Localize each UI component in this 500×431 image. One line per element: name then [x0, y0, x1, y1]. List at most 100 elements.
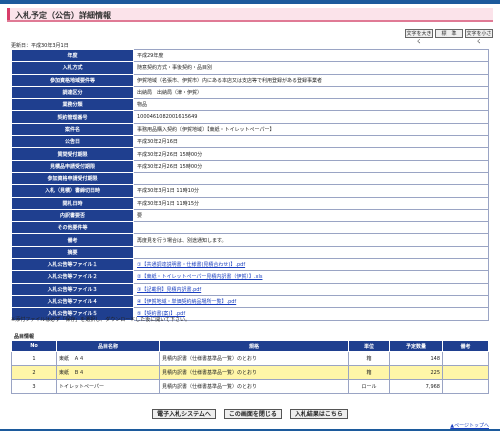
detail-label: 摘要	[11, 245, 134, 260]
detail-row: 業務分類 物品	[11, 98, 489, 112]
detail-label: 質問受付期限	[11, 147, 134, 161]
detail-value: 平成30年3月1日 11時15分	[133, 196, 489, 210]
goods-no: 2	[11, 365, 57, 380]
detail-value: 物品	[133, 98, 489, 112]
goods-row: 1 東紙 Ａ４ 見積内訳書（仕様書基準品一覧）のとおり箱 148	[11, 351, 489, 366]
goods-header-spec: 規格	[159, 340, 349, 352]
detail-label: 入札方式	[11, 61, 134, 75]
goods-header-no: No	[11, 340, 57, 352]
detail-value: ③【記載例】見積内訳書.pdf	[133, 282, 489, 296]
goods-name: 東紙 Ｂ４	[56, 365, 160, 380]
detail-value	[133, 245, 489, 260]
detail-row: 内訳書要否要	[11, 208, 489, 223]
detail-row: 入札公告等ファイル３ ③【記載例】見積内訳書.pdf	[11, 282, 489, 296]
font-larger-button[interactable]: 文字を大きく	[405, 29, 433, 45]
detail-value	[133, 221, 489, 235]
detail-label: 参加資格申請受付期限	[11, 171, 134, 186]
detail-row: 調達区分 出納局 出納局（津・伊賀）	[11, 85, 489, 100]
detail-row: その他要件等	[11, 221, 489, 235]
detail-value: ②【東紙・トイレットペーパー見積内訳書（伊賀）】.xls	[133, 270, 489, 284]
detail-row: 質問受付期限 平成30年2月26日 15時00分	[11, 147, 489, 161]
detail-row: 摘要	[11, 245, 489, 260]
updated-date: 更新日：平成30年3月1日	[11, 43, 69, 49]
detail-row: 公告日 平成30年2月16日	[11, 135, 489, 149]
page-top-link[interactable]: ▲ページトップへ	[450, 422, 489, 429]
detail-label: 調達区分	[11, 85, 134, 100]
goods-note	[442, 365, 489, 380]
font-size-controls: 文字を大きく 標 準 文字を小さく	[405, 29, 493, 45]
goods-spec: 見積内訳書（仕様書基準品一覧）のとおり	[159, 351, 349, 366]
detail-label: 業務分類	[11, 98, 134, 112]
detail-label: 備考	[11, 233, 134, 247]
detail-row: 入札公告等ファイル４ ④【伊賀地域・単価契約納品場所一覧】.pdf	[11, 294, 489, 309]
detail-label: 入札公告等ファイル１	[11, 258, 134, 272]
goods-row: 2 東紙 Ｂ４ 見積内訳書（仕様書基準品一覧）のとおり箱 225	[11, 365, 489, 380]
detail-label: 入札公告等ファイル４	[11, 294, 134, 309]
goods-section-label: 品目情報	[14, 334, 35, 340]
goods-header-unit: 単位	[348, 340, 390, 352]
title-marker	[7, 8, 10, 20]
font-smaller-button[interactable]: 文字を小さく	[465, 29, 493, 45]
detail-label: 入札公告等ファイル２	[11, 270, 134, 284]
goods-header-qty: 予定数量	[389, 340, 443, 352]
page-title: 入札予定（公告）詳細情報	[15, 11, 111, 20]
detail-row: 参加資格申請受付期限	[11, 171, 489, 186]
attachment-file-link[interactable]: ①【共通調達説明書・仕様書(見積合わせ)】.pdf	[137, 262, 245, 268]
detail-label: 参加資格地域要件等	[11, 73, 134, 87]
attachment-file-link[interactable]: ④【伊賀地域・単価契約納品場所一覧】.pdf	[137, 299, 236, 305]
detail-label: 年度	[11, 48, 134, 63]
attachment-file-link[interactable]: ②【東紙・トイレットペーパー見積内訳書（伊賀）】.xls	[137, 274, 262, 280]
detail-label: 入札（見積）書締切日時	[11, 184, 134, 198]
goods-header-note: 備考	[442, 340, 489, 352]
detail-label: 案件名	[11, 122, 134, 137]
detail-row: 参加資格地域要件等 伊賀地域（名張市、伊賀市）内にある本店又は支店等で利用登録があ…	[11, 73, 489, 87]
goods-table: No 品目名称 規格 単位 予定数量 備考 1 東紙 Ａ４ 見積内訳書（仕様書基準品…	[11, 340, 489, 394]
page-title-bar: 入札予定（公告）詳細情報	[7, 8, 493, 22]
detail-label: 開札日時	[11, 196, 134, 210]
detail-value: 平成30年2月26日 15時00分	[133, 159, 489, 173]
detail-row: 開札日時 平成30年3月1日 11時15分	[11, 196, 489, 210]
detail-value: ①【共通調達説明書・仕様書(見積合わせ)】.pdf	[133, 258, 489, 272]
detail-value: 随意契約方式・事後契約・品目別	[133, 61, 489, 75]
detail-label: 公告日	[11, 135, 134, 149]
e-bidding-system-button[interactable]: 電子入札システムへ	[152, 409, 216, 419]
detail-label: 内訳書要否	[11, 208, 134, 223]
goods-spec: 見積内訳書（仕様書基準品一覧）のとおり	[159, 365, 349, 380]
goods-unit: ロール	[348, 379, 390, 394]
close-screen-button[interactable]: この画面を閉じる	[223, 409, 282, 419]
goods-qty: 148	[389, 351, 443, 366]
attachment-file-link[interactable]: ③【記載例】見積内訳書.pdf	[137, 287, 201, 293]
goods-name: トイレットペーパー	[56, 379, 160, 394]
detail-row: 入札公告等ファイル１ ①【共通調達説明書・仕様書(見積合わせ)】.pdf	[11, 258, 489, 272]
goods-unit: 箱	[348, 365, 390, 380]
detail-value: 平成30年2月16日	[133, 135, 489, 149]
detail-label: 見積品申請受付期限	[11, 159, 134, 173]
attachment-note: ※添付ファイルは必ず「保存」を選択し、ダウンロードした後に開いて下さい。	[11, 317, 191, 323]
goods-spec: 見積内訳書（仕様書基準品一覧）のとおり	[159, 379, 349, 394]
font-standard-button[interactable]: 標 準	[435, 29, 463, 38]
detail-row: 案件名 事務用品購入契約〔伊賀地域〕【東紙・トイレットペーパー】	[11, 122, 489, 137]
detail-value: ④【伊賀地域・単価契約納品場所一覧】.pdf	[133, 294, 489, 309]
detail-label: その他要件等	[11, 221, 134, 235]
detail-value: 平成30年2月26日 15時00分	[133, 147, 489, 161]
goods-qty: 7,968	[389, 379, 443, 394]
goods-qty: 225	[389, 365, 443, 380]
goods-header-name: 品目名称	[56, 340, 160, 352]
detail-table: 年度 平成29年度 入札方式 随意契約方式・事後契約・品目別 参加資格地域要件等 伊賀地域…	[11, 48, 489, 321]
detail-label: 契約管理番号	[11, 110, 134, 124]
detail-value: 平成29年度	[133, 48, 489, 63]
goods-row: 3 トイレットペーパー 見積内訳書（仕様書基準品一覧）のとおり ロール 7,968	[11, 379, 489, 394]
goods-no: 3	[11, 379, 57, 394]
bottom-navigation: 電子入札システムへ この画面を閉じる 入札結果はこちら	[0, 409, 500, 419]
detail-value: 要	[133, 208, 489, 223]
detail-row: 見積品申請受付期限 平成30年2月26日 15時00分	[11, 159, 489, 173]
detail-row: 入札公告等ファイル２ ②【東紙・トイレットペーパー見積内訳書（伊賀）】.xls	[11, 270, 489, 284]
detail-value: 事務用品購入契約〔伊賀地域〕【東紙・トイレットペーパー】	[133, 122, 489, 137]
bid-results-button[interactable]: 入札結果はこちら	[289, 409, 348, 419]
detail-row: 年度 平成29年度	[11, 48, 489, 63]
goods-name: 東紙 Ａ４	[56, 351, 160, 366]
detail-value: 再度見を行う場合は、別途通知します。	[133, 233, 489, 247]
detail-row: 入札方式 随意契約方式・事後契約・品目別	[11, 61, 489, 75]
detail-row: 契約管理番号 1000461082001615649	[11, 110, 489, 124]
goods-note	[442, 351, 489, 366]
